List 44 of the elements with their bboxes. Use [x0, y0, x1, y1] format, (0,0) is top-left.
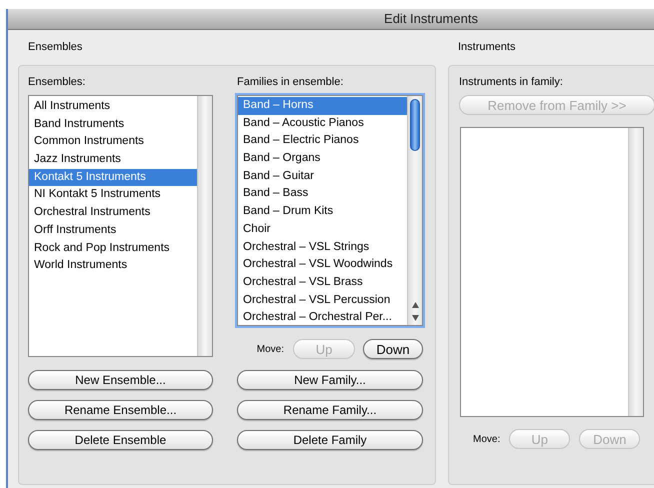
list-item[interactable]: All Instruments: [29, 98, 197, 116]
list-item[interactable]: Band – Electric Pianos: [238, 132, 407, 150]
list-item[interactable]: Band – Guitar: [238, 168, 407, 186]
list-item[interactable]: Kontakt 5 Instruments: [29, 168, 197, 186]
group-title: Instruments: [457, 40, 516, 54]
list-item[interactable]: Orff Instruments: [29, 222, 197, 240]
push-button[interactable]: Delete Family: [237, 430, 423, 450]
push-button[interactable]: Delete Ensemble: [28, 430, 213, 450]
list-label: Ensembles:: [28, 75, 86, 89]
scroll-up-arrow-icon[interactable]: [412, 302, 418, 308]
group-title: Ensembles: [27, 40, 84, 54]
list-item[interactable]: NI Kontakt 5 Instruments: [29, 186, 197, 204]
list-item[interactable]: Jazz Instruments: [29, 151, 197, 169]
list-item[interactable]: Band – Acoustic Pianos: [238, 114, 407, 132]
list-item[interactable]: Orchestral – VSL Strings: [238, 238, 407, 256]
scroll-down-arrow-icon[interactable]: [412, 315, 418, 321]
list-item[interactable]: Band – Drum Kits: [238, 203, 407, 221]
scroll-thumb[interactable]: [410, 99, 420, 151]
list-item[interactable]: World Instruments: [29, 257, 197, 275]
list-item[interactable]: Orchestral – VSL Brass: [238, 274, 407, 292]
list-item[interactable]: Rock and Pop Instruments: [29, 240, 197, 258]
list-item[interactable]: Band – Organs: [238, 150, 407, 168]
list-item[interactable]: Band – Bass: [238, 185, 407, 204]
push-button[interactable]: New Family...: [237, 370, 423, 390]
move-label: Move:: [473, 432, 500, 446]
list-label: Instruments in family:: [459, 75, 564, 89]
scrollbar[interactable]: [407, 96, 422, 325]
move-label: Move:: [256, 342, 284, 356]
window-title: Edit Instruments: [384, 10, 478, 28]
scrollbar[interactable]: [197, 96, 212, 356]
push-button[interactable]: Down: [363, 339, 423, 359]
list-label: Families in ensemble:: [237, 75, 344, 89]
scrollbar[interactable]: [628, 128, 643, 416]
list-item[interactable]: Orchestral Instruments: [29, 204, 197, 222]
push-button[interactable]: Rename Ensemble...: [28, 400, 213, 420]
list-item[interactable]: Band Instruments: [29, 116, 197, 134]
list-item[interactable]: Orchestral – VSL Woodwinds: [238, 256, 407, 274]
list-item[interactable]: Orchestral – VSL Percussion: [238, 292, 407, 310]
push-button[interactable]: New Ensemble...: [28, 370, 213, 390]
list-item[interactable]: Orchestral – Orchestral Per...: [238, 309, 407, 327]
push-button[interactable]: Rename Family...: [237, 400, 423, 420]
list-item[interactable]: Common Instruments: [29, 133, 197, 152]
list-item[interactable]: Choir: [238, 220, 407, 238]
list-item[interactable]: Band – Horns: [238, 97, 407, 115]
